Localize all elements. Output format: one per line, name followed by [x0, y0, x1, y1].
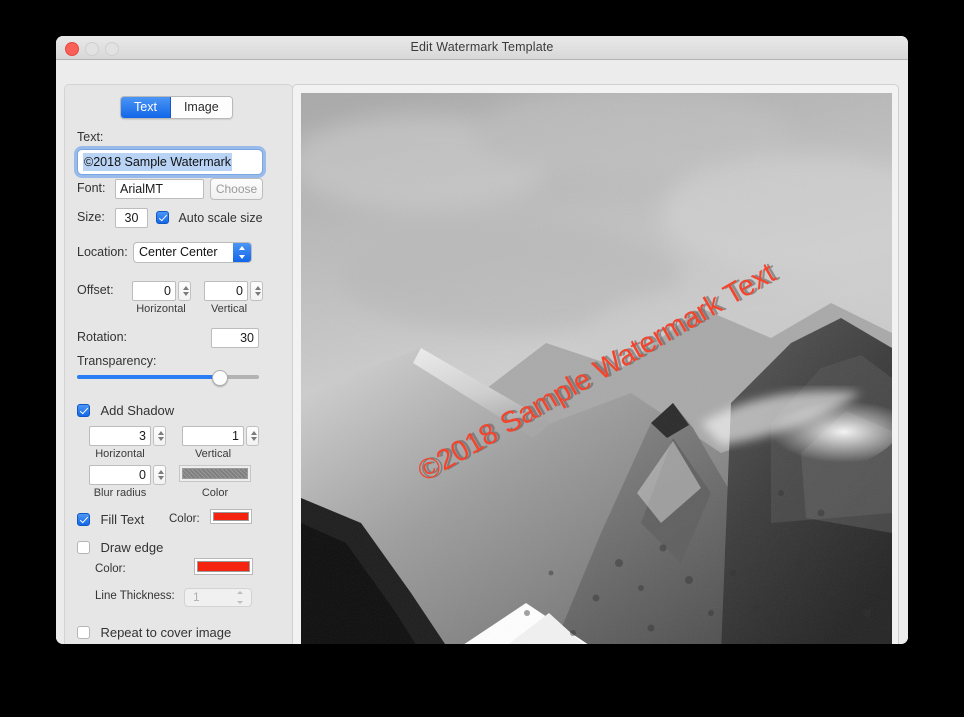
- stepper-arrows-icon: [153, 426, 166, 446]
- shadow-blur-caption: Blur radius: [93, 487, 147, 499]
- tab-bar: Text Image: [120, 96, 233, 119]
- shadow-blur-field[interactable]: 0: [89, 465, 151, 485]
- offset-horizontal-field[interactable]: 0: [132, 281, 176, 301]
- shadow-horizontal-caption: Horizontal: [95, 448, 145, 460]
- mountain-photo: [301, 93, 892, 644]
- shadow-blur-stepper[interactable]: [153, 465, 166, 490]
- fill-color-well[interactable]: [210, 509, 252, 524]
- shadow-color-well[interactable]: [179, 465, 251, 482]
- shadow-color-caption: Color: [201, 487, 229, 499]
- auto-scale-size-checkbox[interactable]: Auto scale size: [156, 209, 263, 227]
- stepper-arrows-icon: [250, 281, 263, 301]
- choose-font-button[interactable]: Choose: [210, 178, 263, 200]
- chevron-updown-icon: [236, 589, 245, 606]
- repeat-to-cover-image-label: Repeat to cover image: [100, 625, 232, 640]
- edge-color-well[interactable]: [194, 558, 253, 575]
- stepper-arrows-icon: [153, 465, 166, 485]
- window-content: Text Image Text: ©2018 Sample Watermark …: [56, 60, 908, 644]
- transparency-slider[interactable]: [77, 369, 259, 386]
- offset-vertical-caption: Vertical: [210, 303, 248, 315]
- add-shadow-label: Add Shadow: [100, 403, 175, 418]
- fill-text-label: Fill Text: [100, 512, 145, 527]
- offset-vertical-field[interactable]: 0: [204, 281, 248, 301]
- shadow-vertical-field[interactable]: 1: [182, 426, 244, 446]
- font-label: Font:: [77, 181, 106, 195]
- window-title: Edit Watermark Template: [410, 40, 554, 54]
- location-dropdown[interactable]: Center Center: [133, 242, 252, 263]
- shadow-horizontal-stepper[interactable]: [153, 426, 166, 451]
- line-thickness-label: Line Thickness:: [95, 590, 175, 602]
- size-field[interactable]: 30: [115, 208, 148, 228]
- edit-watermark-template-window: Edit Watermark Template Text Image Text:…: [56, 36, 908, 644]
- shadow-horizontal-field[interactable]: 3: [89, 426, 151, 446]
- transparency-slider-knob[interactable]: [211, 370, 228, 386]
- draw-edge-label: Draw edge: [100, 540, 164, 555]
- fill-text-checkbox[interactable]: Fill Text: [77, 511, 144, 529]
- transparency-label: Transparency:: [77, 354, 157, 368]
- rotation-label: Rotation:: [77, 330, 128, 344]
- offset-label: Offset:: [77, 283, 114, 297]
- rotation-field[interactable]: 30: [211, 328, 259, 348]
- add-shadow-checkbox[interactable]: Add Shadow: [77, 402, 174, 420]
- add-shadow-checkbox-box: [77, 404, 90, 417]
- transparency-slider-fill: [77, 375, 219, 379]
- line-thickness-stepper: 1: [184, 588, 252, 607]
- location-dropdown-value: Center Center: [139, 245, 218, 259]
- shadow-vertical-stepper[interactable]: [246, 426, 259, 451]
- offset-horizontal-caption: Horizontal: [136, 303, 186, 315]
- location-label: Location:: [77, 245, 128, 259]
- shadow-color-swatch: [182, 468, 248, 479]
- size-label: Size:: [77, 210, 105, 224]
- watermark-text-input[interactable]: ©2018 Sample Watermark: [77, 149, 263, 175]
- stepper-arrows-icon: [246, 426, 259, 446]
- tab-text[interactable]: Text: [121, 97, 171, 118]
- window-titlebar: Edit Watermark Template: [56, 36, 908, 60]
- fill-text-checkbox-box: [77, 513, 90, 526]
- draw-edge-checkbox-box: [77, 541, 90, 554]
- auto-scale-size-checkbox-box: [156, 211, 169, 224]
- stepper-arrows-icon: [178, 281, 191, 301]
- shadow-vertical-caption: Vertical: [194, 448, 232, 460]
- fill-color-swatch: [213, 512, 249, 521]
- edge-color-label: Color:: [95, 563, 126, 575]
- fill-color-label: Color:: [169, 513, 200, 525]
- tab-image[interactable]: Image: [170, 97, 232, 118]
- chevron-updown-icon: [233, 243, 251, 262]
- edge-color-swatch: [197, 561, 250, 572]
- auto-scale-size-label: Auto scale size: [178, 211, 263, 225]
- repeat-to-cover-image-checkbox-box: [77, 626, 90, 639]
- watermark-text-input-value: ©2018 Sample Watermark: [83, 153, 232, 171]
- line-thickness-value: 1: [193, 590, 200, 604]
- preview-panel: ©2018 Sample Watermark Text: [292, 84, 899, 644]
- font-name-field[interactable]: ArialMT: [115, 179, 204, 199]
- repeat-to-cover-image-checkbox[interactable]: Repeat to cover image: [77, 624, 231, 642]
- watermark-preview-image: ©2018 Sample Watermark Text: [301, 93, 892, 644]
- draw-edge-checkbox[interactable]: Draw edge: [77, 539, 163, 557]
- text-field-label: Text:: [77, 130, 104, 144]
